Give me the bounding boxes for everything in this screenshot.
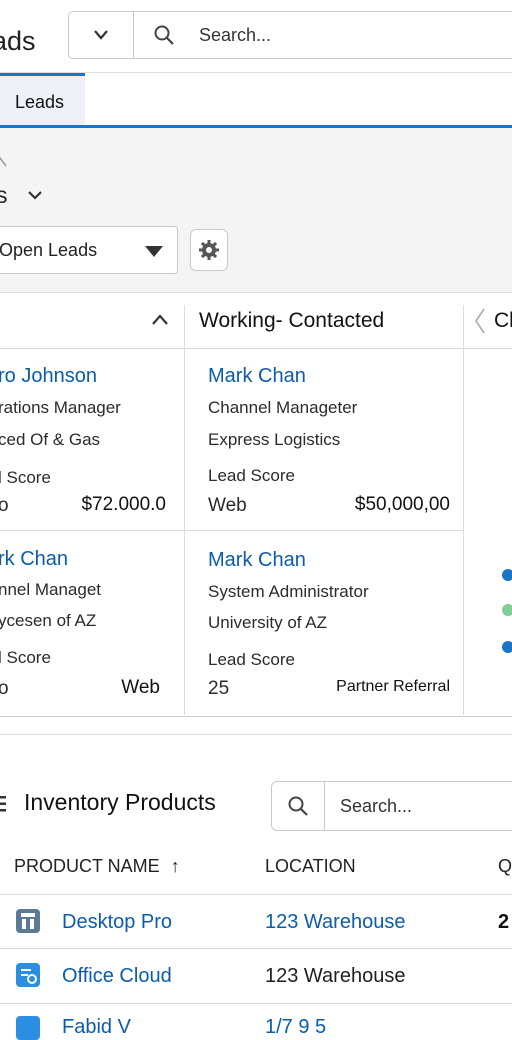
lead-title: rations Manager xyxy=(0,398,121,417)
search-placeholder[interactable]: Search... xyxy=(340,796,412,817)
kanban-column-header xyxy=(0,293,184,349)
chevron-down-icon[interactable] xyxy=(26,186,44,204)
lead-title: Channel Manageter xyxy=(208,398,358,417)
lead-company: ced Of & Gas xyxy=(0,430,101,449)
lead-company: University of AZ xyxy=(208,613,328,632)
global-search[interactable]: Search... xyxy=(68,11,512,59)
lead-score: o xyxy=(0,678,9,699)
search-icon xyxy=(272,782,325,830)
object-icon xyxy=(0,156,7,167)
chevron-left-icon[interactable] xyxy=(474,307,486,335)
lead-source: Partner Referral xyxy=(336,678,450,695)
lead-name-link[interactable]: Mark Chan xyxy=(208,365,306,388)
product-name-link[interactable]: Desktop Pro xyxy=(62,911,172,934)
row-divider xyxy=(0,1003,512,1004)
lead-company: Express Logistics xyxy=(208,430,341,449)
list-view-title[interactable]: s xyxy=(0,182,8,209)
lead-name-link[interactable]: Mark Chan xyxy=(208,549,306,572)
inventory-title: Inventory Products xyxy=(24,789,216,815)
status-dot xyxy=(502,569,512,581)
lead-score-label: l Score xyxy=(0,648,51,667)
lead-name-link[interactable]: rk Chan xyxy=(0,548,68,571)
search-icon xyxy=(153,24,175,51)
inventory-search[interactable]: Search... xyxy=(271,781,512,831)
chevron-up-icon[interactable] xyxy=(151,313,169,327)
card-divider xyxy=(0,530,184,531)
search-scope-dropdown[interactable] xyxy=(69,12,134,58)
lead-source: o xyxy=(0,495,9,516)
lead-amount: $72.000.0 xyxy=(81,494,166,515)
lead-source: Web xyxy=(121,677,160,698)
location-link[interactable]: 123 Warehouse xyxy=(265,911,405,934)
column-divider xyxy=(184,305,185,715)
settings-button[interactable] xyxy=(190,229,228,271)
column-header-location[interactable]: LOCATION xyxy=(265,856,356,877)
tab-leads[interactable]: Leads xyxy=(0,73,85,125)
location-link[interactable]: 1/7 9 5 xyxy=(265,1016,326,1039)
product-name-link[interactable]: Fabid V xyxy=(62,1016,131,1039)
lead-score: 25 xyxy=(208,678,230,699)
server-icon xyxy=(16,909,40,933)
column-divider xyxy=(463,305,464,715)
row-divider xyxy=(0,948,512,949)
column-title: Working- Contacted xyxy=(199,309,385,332)
status-dot xyxy=(502,641,512,653)
tab-label: Leads xyxy=(15,92,65,112)
cloud-app-icon xyxy=(16,963,40,987)
section-divider xyxy=(0,734,512,735)
search-placeholder[interactable]: Search... xyxy=(199,25,271,46)
chevron-down-icon xyxy=(94,30,108,40)
kanban-column-header: Cl xyxy=(464,293,512,349)
product-icon xyxy=(16,1016,40,1040)
gear-icon xyxy=(199,240,219,260)
lead-score-label: l Score xyxy=(0,468,51,487)
kanban-column-header: Working- Contacted xyxy=(185,293,463,349)
quantity-value: 2 xyxy=(498,911,510,933)
product-name-link[interactable]: Office Cloud xyxy=(62,965,172,988)
lead-title: nnel Managet xyxy=(0,580,102,599)
card-divider xyxy=(185,530,463,531)
column-title: Cl xyxy=(494,309,512,332)
kanban-board: Working- Contacted Cl ro Johnson rations… xyxy=(0,292,512,717)
section-divider xyxy=(0,716,512,717)
lead-source: Web xyxy=(208,495,247,516)
lead-name-link[interactable]: ro Johnson xyxy=(0,365,97,388)
location-text: 123 Warehouse xyxy=(265,965,406,987)
caret-down-icon xyxy=(145,246,163,257)
lead-company: ycesen of AZ xyxy=(0,611,97,630)
column-header-label: PRODUCT NAME xyxy=(14,856,160,876)
column-header-product-name[interactable]: PRODUCT NAME ↑ xyxy=(14,856,180,877)
lead-title: System Administrator xyxy=(208,582,369,601)
lead-score-label: Lead Score xyxy=(208,466,295,485)
sort-ascending-icon[interactable]: ↑ xyxy=(171,856,180,876)
status-dot xyxy=(502,604,512,616)
row-divider xyxy=(0,894,512,895)
lead-amount: $50,000,00 xyxy=(354,494,450,515)
select-value: Open Leads xyxy=(0,240,98,260)
column-header-quantity[interactable]: Q xyxy=(498,856,512,877)
lead-score-label: Lead Score xyxy=(208,650,295,669)
list-view-select[interactable]: Open Leads xyxy=(0,226,178,274)
list-icon xyxy=(0,796,6,812)
app-title: ads xyxy=(0,26,36,56)
